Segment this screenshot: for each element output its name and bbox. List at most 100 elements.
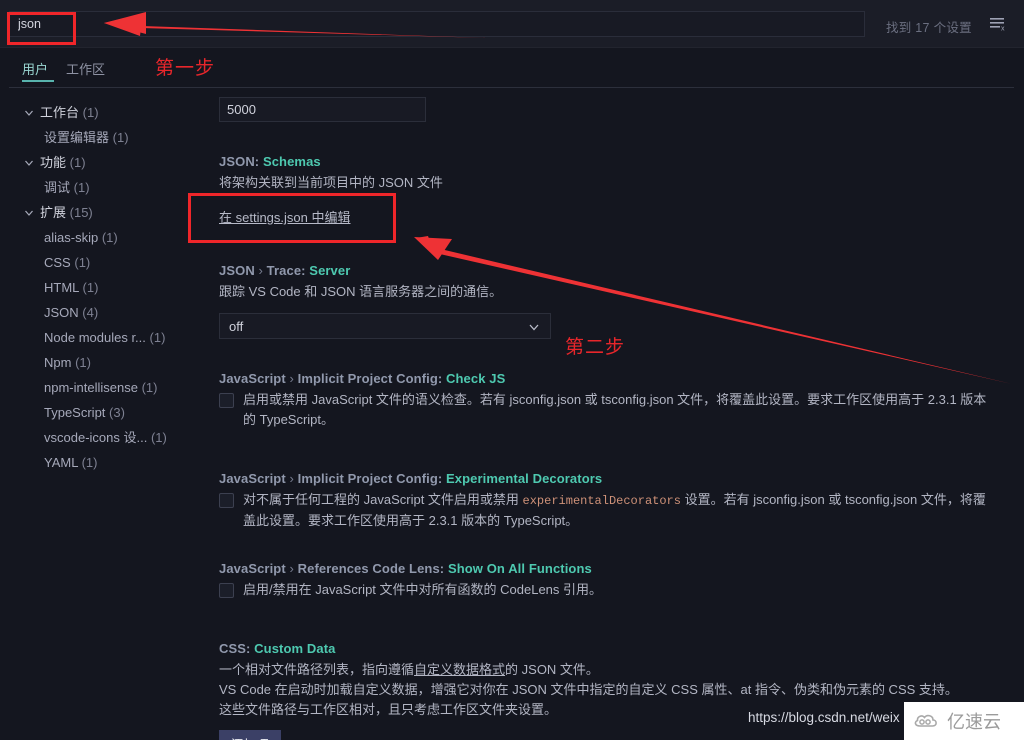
setting-description: 将架构关联到当前项目中的 JSON 文件 <box>219 175 443 190</box>
references-code-lens-checkbox[interactable] <box>219 583 234 598</box>
setting-title-mid: References Code Lens: <box>297 561 448 576</box>
sidebar-label: 调试 <box>44 180 71 195</box>
vscode-settings-window: 找到 17 个设置 x 用户 工作区 工作台 (1) <box>0 0 1024 740</box>
sidebar-item-yaml[interactable]: YAML (1) <box>0 450 200 475</box>
setting-references-code-lens: JavaScript › References Code Lens: Show … <box>219 561 994 600</box>
setting-title-mid: Implicit Project Config: <box>297 471 447 486</box>
filter-clear-icon[interactable]: x <box>986 13 1010 35</box>
setting-check-js: JavaScript › Implicit Project Config: Ch… <box>219 371 994 430</box>
setting-title-key: Experimental Decorators <box>446 471 603 486</box>
sidebar-label: 功能 <box>40 155 67 170</box>
check-js-checkbox[interactable] <box>219 393 234 408</box>
dropdown-value: off <box>229 318 244 334</box>
search-input[interactable] <box>10 12 864 36</box>
sidebar-label: JSON <box>44 305 79 320</box>
sidebar-item-debug[interactable]: 调试 (1) <box>0 175 200 200</box>
sidebar-item-features[interactable]: 功能 (1) <box>0 150 200 175</box>
svg-text:x: x <box>1001 25 1005 32</box>
setting-title-separator: › <box>285 561 298 576</box>
settings-category-tree: 工作台 (1) 设置编辑器 (1) 功能 (1) 调试 (1) 扩展 (15) <box>0 100 200 720</box>
sidebar-count: (1) <box>82 105 99 120</box>
setting-numeric-input-row <box>219 97 426 122</box>
setting-title-separator: › <box>285 471 298 486</box>
setting-json-trace-server: JSON › Trace: Server 跟踪 VS Code 和 JSON 语… <box>219 263 551 339</box>
sidebar-item-vscode-icons[interactable]: vscode-icons 设... (1) <box>0 425 200 450</box>
chevron-down-icon <box>22 200 36 225</box>
setting-title: JSON: Schemas <box>219 154 443 169</box>
chevron-down-icon <box>518 320 541 337</box>
desc-part-a: 一个相对文件路径列表，指向遵循 <box>219 662 415 677</box>
sidebar-label: TypeScript <box>44 405 106 420</box>
sidebar-item-npm[interactable]: Npm (1) <box>0 350 200 375</box>
setting-title-prefix: JavaScript <box>219 561 286 576</box>
sidebar-item-typescript[interactable]: TypeScript (3) <box>0 400 200 425</box>
desc-part-1: 对不属于任何工程的 JavaScript 文件启用或禁用 <box>243 492 523 507</box>
setting-title-separator: › <box>285 371 298 386</box>
sidebar-count: (15) <box>69 205 93 220</box>
setting-css-custom-data: CSS: Custom Data 一个相对文件路径列表，指向遵循自定义数据格式的… <box>219 641 999 740</box>
setting-title-prefix: JSON: <box>219 154 263 169</box>
setting-title: JavaScript › Implicit Project Config: Ex… <box>219 471 994 486</box>
sidebar-item-npm-intellisense[interactable]: npm-intellisense (1) <box>0 375 200 400</box>
sidebar-count: (1) <box>112 130 129 145</box>
watermark-brand-text: 亿速云 <box>947 712 1001 732</box>
sidebar-label: npm-intellisense <box>44 380 138 395</box>
sidebar-label: 工作台 <box>40 105 80 120</box>
sidebar-count: (1) <box>74 255 91 270</box>
sidebar-label: Node modules r... <box>44 330 146 345</box>
settings-scope-tabs: 用户 工作区 <box>0 48 1024 88</box>
sidebar-item-json[interactable]: JSON (4) <box>0 300 200 325</box>
sidebar-item-node-modules[interactable]: Node modules r... (1) <box>0 325 200 350</box>
sidebar-count: (4) <box>82 305 99 320</box>
setting-description: 启用/禁用在 JavaScript 文件中对所有函数的 CodeLens 引用。 <box>243 582 603 597</box>
setting-title-key: Schemas <box>262 154 321 169</box>
sidebar-item-alias-skip[interactable]: alias-skip (1) <box>0 225 200 250</box>
sidebar-label: HTML <box>44 280 79 295</box>
sidebar-count: (1) <box>150 430 167 445</box>
custom-data-format-link[interactable]: 自定义数据格式 <box>414 662 505 677</box>
settings-list: JSON: Schemas 将架构关联到当前项目中的 JSON 文件 在 set… <box>200 96 1024 740</box>
sidebar-label: 扩展 <box>40 205 67 220</box>
setting-title: JavaScript › References Code Lens: Show … <box>219 561 994 576</box>
setting-title: CSS: Custom Data <box>219 641 999 656</box>
sidebar-item-css[interactable]: CSS (1) <box>0 250 200 275</box>
cloud-logo-icon <box>914 714 937 727</box>
setting-description: 对不属于任何工程的 JavaScript 文件启用或禁用 experimenta… <box>243 490 994 531</box>
setting-json-schemas: JSON: Schemas 将架构关联到当前项目中的 JSON 文件 在 set… <box>219 154 443 227</box>
setting-title-mid: Trace: <box>266 263 310 278</box>
tab-workspace-label: 工作区 <box>66 62 106 77</box>
sidebar-count: (1) <box>101 230 118 245</box>
sidebar-item-html[interactable]: HTML (1) <box>0 275 200 300</box>
sidebar-label: Npm <box>44 355 72 370</box>
sidebar-label: CSS <box>44 255 71 270</box>
chevron-down-icon <box>22 100 36 125</box>
setting-description: 跟踪 VS Code 和 JSON 语言服务器之间的通信。 <box>219 284 503 299</box>
sidebar-item-settings-editor[interactable]: 设置编辑器 (1) <box>0 125 200 150</box>
numeric-setting-input[interactable] <box>219 97 426 122</box>
settings-toolbar: 找到 17 个设置 x <box>0 0 1024 48</box>
setting-experimental-decorators: JavaScript › Implicit Project Config: Ex… <box>219 471 994 531</box>
sidebar-count: (1) <box>73 180 90 195</box>
experimental-decorators-checkbox[interactable] <box>219 493 234 508</box>
tab-user-label: 用户 <box>22 62 49 77</box>
setting-title-mid: Implicit Project Config: <box>297 371 447 386</box>
yisuyun-watermark: 亿速云 <box>904 702 1024 740</box>
tabs-divider <box>9 87 1014 88</box>
sidebar-count: (1) <box>141 380 158 395</box>
tab-workspace[interactable]: 工作区 <box>66 59 105 86</box>
chevron-down-icon <box>22 150 36 175</box>
sidebar-item-extensions[interactable]: 扩展 (15) <box>0 200 200 225</box>
settings-search-box[interactable] <box>9 11 865 37</box>
setting-title-prefix: CSS: <box>219 641 255 656</box>
sidebar-label: YAML <box>44 455 78 470</box>
sidebar-count: (1) <box>69 155 86 170</box>
sidebar-item-workbench[interactable]: 工作台 (1) <box>0 100 200 125</box>
edit-in-settings-json-link[interactable]: 在 settings.json 中编辑 <box>219 207 351 226</box>
setting-description: 启用或禁用 JavaScript 文件的语义检查。若有 jsconfig.jso… <box>243 392 987 427</box>
setting-title-prefix: JavaScript <box>219 371 286 386</box>
setting-title: JSON › Trace: Server <box>219 263 551 278</box>
active-tab-underline <box>22 80 54 82</box>
trace-server-dropdown[interactable]: off <box>219 313 551 339</box>
add-item-button[interactable]: 添加项 <box>219 730 281 740</box>
desc-code-token: experimentalDecorators <box>522 494 681 508</box>
